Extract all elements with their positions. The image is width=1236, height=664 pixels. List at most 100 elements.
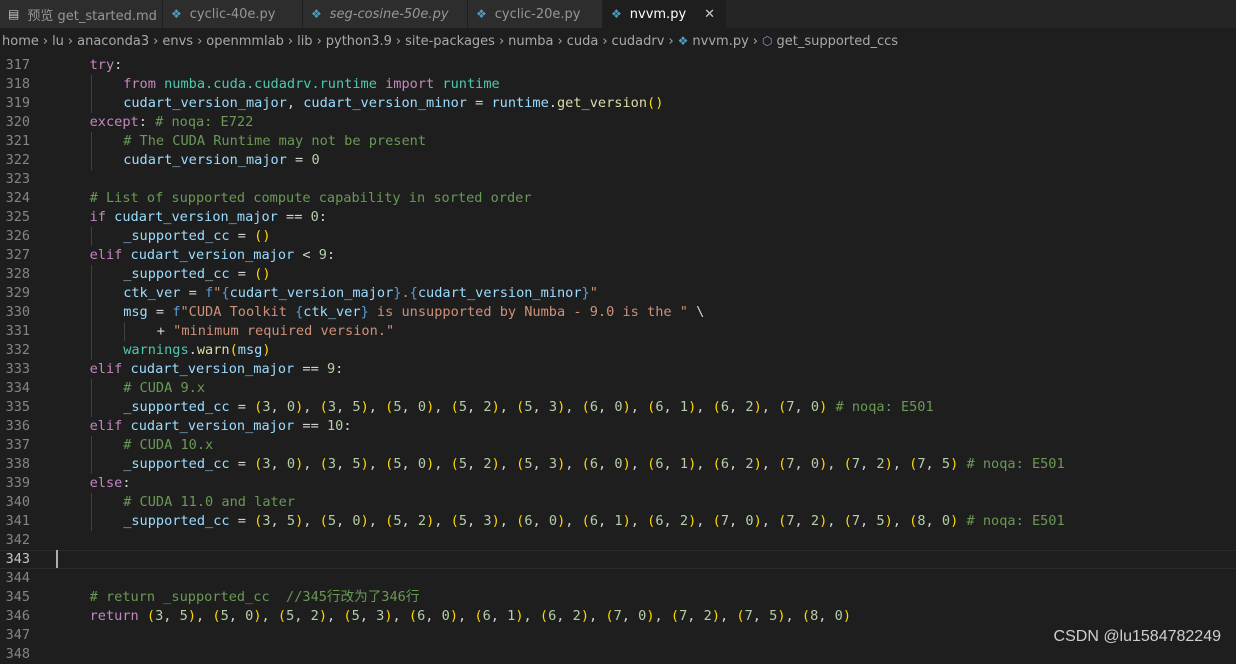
code-line[interactable]: 338 _supported_cc = (3, 0), (3, 5), (5, 0… [0, 455, 1236, 474]
token-number: 2 [572, 608, 581, 624]
token-bracket: ) [491, 399, 500, 415]
token-plain: , [458, 608, 475, 624]
code-line[interactable]: 342 [0, 531, 1236, 550]
token-plain: , [654, 608, 671, 624]
token-namespace: warnings [123, 342, 189, 358]
token-number: 0 [834, 608, 843, 624]
token-plain: , [434, 456, 451, 472]
token-number: 5 [327, 513, 337, 529]
code-line[interactable]: 329 ctk_ver = f"{cudart_version_major}.{c… [0, 284, 1236, 303]
line-number: 338 [5, 456, 30, 472]
code-line[interactable]: 325 if cudart_version_major == 0: [0, 208, 1236, 227]
code-line[interactable]: 330 msg = f"CUDA Toolkit {ctk_ver} is uns… [0, 303, 1236, 322]
token-plain: , [761, 399, 779, 415]
token-number: 0 [745, 513, 754, 529]
token-fstring_brace: } [360, 304, 369, 320]
code-line[interactable]: 317 try: [0, 56, 1236, 75]
token-number: 10 [326, 418, 344, 434]
tab-get-started-md[interactable]: ▤ 预览 get_started.md [0, 0, 163, 28]
code-text: else: [90, 474, 131, 493]
close-tab-icon[interactable]: ✕ [704, 7, 715, 22]
token-plain: , [368, 399, 386, 415]
token-bracket: ( [319, 456, 328, 472]
token-variable: runtime [491, 95, 549, 111]
code-line[interactable]: 318 from numba.cuda.cudadrv.runtime impor… [0, 75, 1236, 94]
code-line[interactable]: 322 cudart_version_major = 0 [0, 151, 1236, 170]
token-plain: , [163, 608, 180, 624]
code-line[interactable]: 348 [0, 645, 1236, 664]
code-line[interactable]: 321 # The CUDA Runtime may not be present [0, 132, 1236, 151]
breadcrumb-item[interactable]: lib [297, 34, 312, 49]
code-line[interactable]: 334 # CUDA 9.x [0, 379, 1236, 398]
code-line[interactable]: 335 _supported_cc = (3, 0), (3, 5), (5, 0… [0, 398, 1236, 417]
breadcrumb-item[interactable]: anaconda3 [77, 34, 149, 49]
code-line[interactable]: 339 else: [0, 474, 1236, 493]
code-line[interactable]: 340 # CUDA 11.0 and later [0, 493, 1236, 512]
line-number: 329 [5, 285, 30, 301]
code-line[interactable]: 344 [0, 569, 1236, 588]
token-bracket: ( [712, 456, 721, 472]
code-line[interactable]: 328 _supported_cc = () [0, 265, 1236, 284]
tab-cyclic-40e-py[interactable]: ❖ cyclic-40e.py [163, 0, 303, 28]
breadcrumb-item[interactable]: nvvm.py [692, 34, 748, 49]
token-variable: cudart_version_minor [303, 95, 467, 111]
token-bracket: ) [360, 399, 369, 415]
code-line[interactable]: 345 # return _supported_cc //345行改为了346行 [0, 588, 1236, 607]
token-plain: , [336, 456, 353, 472]
token-bracket: ) [753, 513, 762, 529]
token-plain: , [359, 608, 377, 624]
breadcrumb-item[interactable]: cuda [567, 34, 599, 49]
code-editor[interactable]: 317 try: 318 from numba.cuda.cudadrv.runtim… [0, 55, 1236, 662]
code-line[interactable]: 320 except: # noqa: E722 [0, 113, 1236, 132]
token-number: 5 [941, 456, 951, 472]
token-number: 7 [786, 456, 795, 472]
code-line[interactable]: 327 elif cudart_version_major < 9: [0, 246, 1236, 265]
indent-guide [90, 132, 92, 151]
code-line[interactable]: 323 [0, 170, 1236, 189]
code-line[interactable]: 347 [0, 626, 1236, 645]
breadcrumb-item[interactable]: openmmlab [206, 34, 284, 49]
breadcrumb-item[interactable]: numba [508, 34, 553, 49]
code-line[interactable]: 341 _supported_cc = (3, 5), (5, 0), (5, 2… [0, 512, 1236, 531]
breadcrumb-item[interactable]: get_supported_ccs [776, 34, 898, 49]
token-bracket: ) [622, 513, 631, 529]
breadcrumb-item[interactable]: python3.9 [326, 34, 392, 49]
code-line[interactable]: 346 return (3, 5), (5, 0), (5, 2), (5, 3)… [0, 607, 1236, 626]
code-line[interactable]: 319 cudart_version_major, cudart_version_… [0, 94, 1236, 113]
token-variable: cudart_version_major [130, 247, 295, 263]
token-number: 1 [614, 513, 623, 529]
token-plain: , [663, 456, 680, 472]
token-keyword: return [89, 608, 139, 624]
token-number: 6 [589, 513, 599, 529]
token-plain: = [229, 399, 255, 415]
line-number: 339 [5, 475, 30, 491]
token-number: 0 [286, 399, 296, 415]
breadcrumb-item[interactable]: envs [162, 34, 193, 49]
breadcrumb-item[interactable]: home [2, 34, 39, 49]
breadcrumb-item[interactable]: cudadrv [612, 34, 665, 49]
code-line[interactable]: 336 elif cudart_version_major == 10: [0, 417, 1236, 436]
token-number: 5 [458, 399, 468, 415]
code-line[interactable]: 337 # CUDA 10.x [0, 436, 1236, 455]
tab-cyclic-20e-py[interactable]: ❖ cyclic-20e.py [468, 0, 603, 28]
token-fstring_brace: { [221, 285, 230, 301]
line-number: 332 [5, 342, 30, 358]
code-line[interactable]: 326 _supported_cc = () [0, 227, 1236, 246]
token-plain: , [860, 513, 877, 529]
breadcrumb-item[interactable]: lu [52, 34, 64, 49]
breadcrumb-item[interactable]: site-packages [405, 34, 495, 49]
code-line[interactable]: 333 elif cudart_version_major == 9: [0, 360, 1236, 379]
line-number: 333 [5, 361, 30, 377]
tab-nvvm-py[interactable]: ❖ nvvm.py ✕ [603, 0, 727, 28]
code-line[interactable]: 331 + "minimum required version." [0, 322, 1236, 341]
code-line[interactable]: 324 # List of supported compute capabilit… [0, 189, 1236, 208]
code-line[interactable]: 343 [0, 550, 1236, 569]
token-plain: , [785, 608, 802, 624]
token-bracket: ) [491, 513, 500, 529]
token-number: 6 [524, 513, 533, 529]
token-number: 0 [286, 456, 296, 472]
tab-label: 预览 get_started.md [27, 8, 157, 24]
token-bracket: ( [843, 456, 852, 472]
tab-seg-cosine-50e-py[interactable]: ❖ seg-cosine-50e.py [303, 0, 468, 28]
code-line[interactable]: 332 warnings.warn(msg) [0, 341, 1236, 360]
